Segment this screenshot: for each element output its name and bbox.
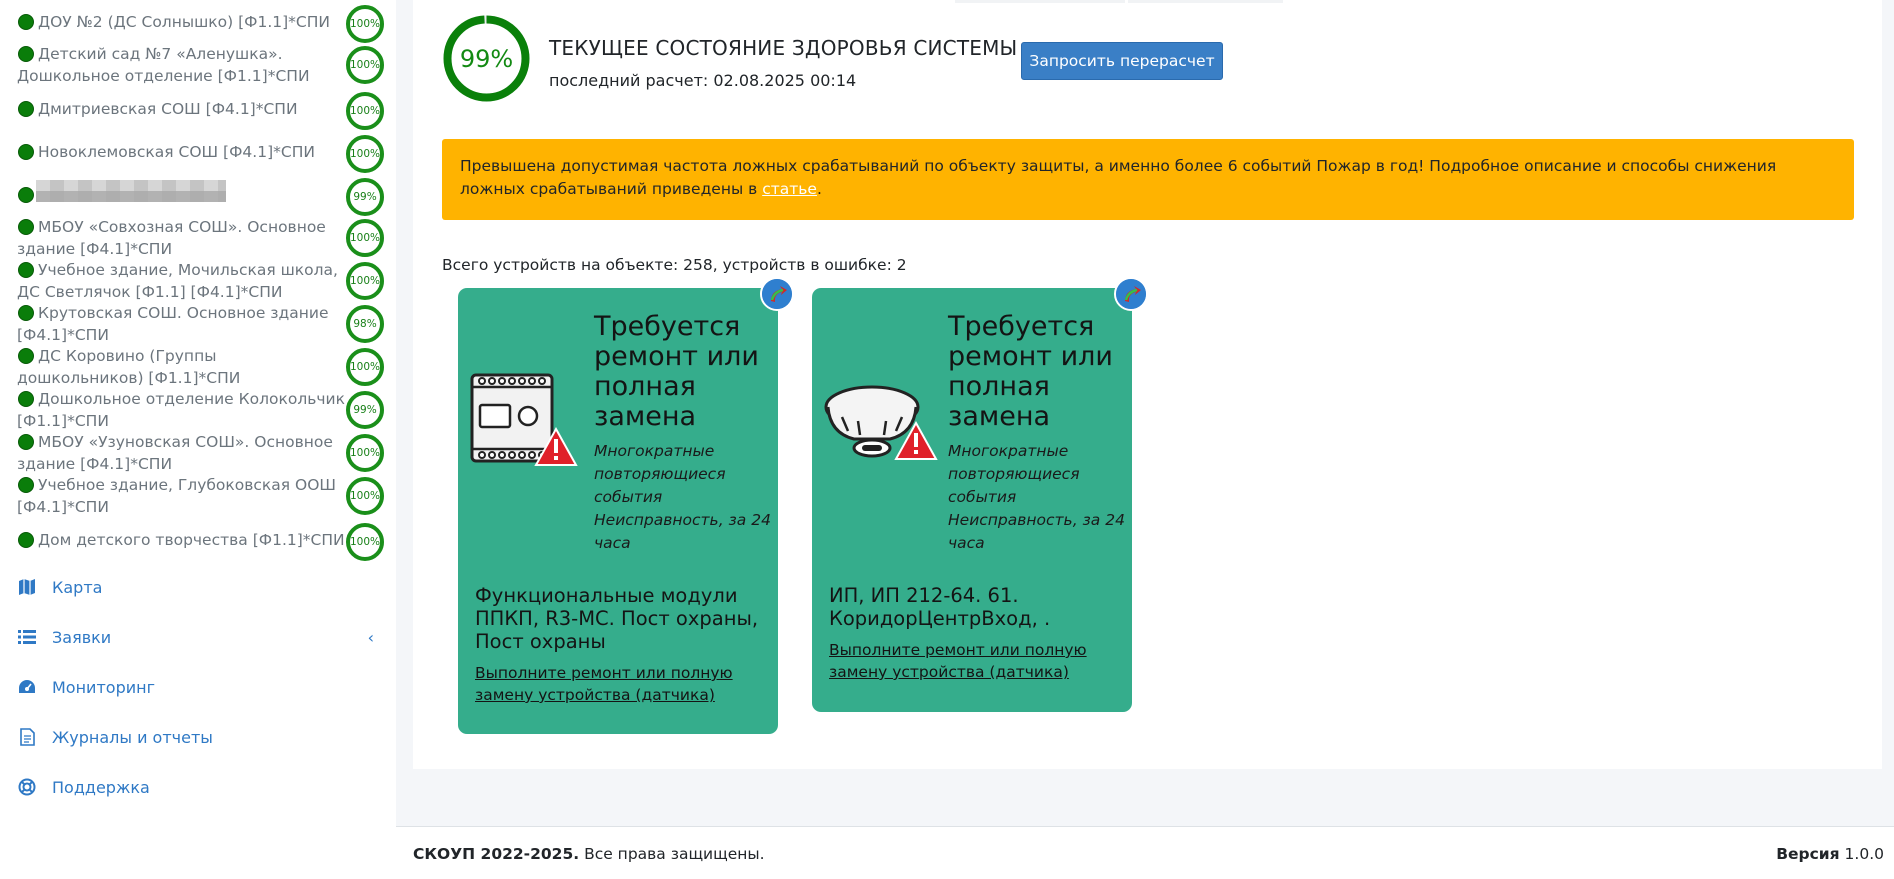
footer: СКОУП 2022-2025. Все права защищены. Вер… [396, 826, 1894, 879]
refresh-badge-icon[interactable] [1114, 277, 1148, 311]
card-title: Требуется ремонт или полная замена [594, 311, 759, 432]
version-label: Версия [1776, 845, 1840, 863]
site-health-ring: 100% [346, 219, 384, 257]
card-device-name: Функциональные модули ППКП, R3-МС. Пост … [475, 584, 759, 653]
site-name[interactable]: Детский сад №7 «Аленушка». Дошкольное от… [17, 43, 347, 87]
site-name[interactable]: Учебное здание, Глубоковская ООШ [Ф4.1]*… [17, 474, 347, 518]
nav-item-requests[interactable]: Заявки ‹ [16, 622, 386, 652]
version: Версия 1.0.0 [1776, 845, 1884, 863]
card-action-link[interactable]: Выполните ремонт или полную замену устро… [475, 662, 735, 706]
site-health-ring: 99% [346, 178, 384, 216]
copyright-text: Все права защищены. [579, 845, 765, 863]
site-health-ring: 100% [346, 523, 384, 561]
copyright: СКОУП 2022-2025. Все права защищены. [413, 845, 765, 863]
nav-item-label: Журналы и отчеты [52, 727, 213, 747]
site-name[interactable]: МБОУ «Узуновская СОШ». Основное здание [… [17, 431, 347, 475]
site-health-ring: 100% [346, 348, 384, 386]
alert-text: Превышена допустимая частота ложных сраб… [460, 157, 1777, 198]
redacted-site-name [36, 180, 226, 202]
map-icon [16, 576, 38, 598]
lifebuoy-icon [16, 776, 38, 798]
list-icon [16, 626, 38, 648]
nav-item-label: Поддержка [52, 777, 150, 797]
devices-summary: Всего устройств на объекте: 258, устройс… [442, 256, 907, 274]
site-health-ring: 99% [346, 391, 384, 429]
site-name[interactable]: ДС Коровино (Группы дошкольников) [Ф1.1]… [17, 345, 347, 389]
status-dot-icon [18, 187, 34, 203]
card-reason: Многократные повторяющиеся события Неисп… [948, 442, 1125, 552]
last-calculation: последний расчет: 02.08.2025 00:14 [549, 71, 857, 90]
control-module-icon [470, 373, 578, 466]
site-health-ring: 100% [346, 434, 384, 472]
tab-stub [1128, 0, 1283, 3]
document-icon [16, 726, 38, 748]
health-percent: 99% [459, 44, 514, 73]
site-health-ring: 100% [346, 135, 384, 173]
nav-item-map[interactable]: Карта [16, 572, 386, 602]
dashboard-icon [16, 676, 38, 698]
nav-item-label: Заявки [52, 627, 112, 647]
site-name[interactable]: Дом детского творчества [Ф1.1]*СПИ [17, 529, 347, 551]
device-card[interactable]: Требуется ремонт или полная замена Много… [812, 288, 1132, 712]
article-link[interactable]: статье [762, 180, 817, 198]
sidebar: ДОУ №2 (ДС Солнышко) [Ф1.1]*СПИ 100% Дет… [0, 0, 396, 879]
site-name[interactable]: Дошкольное отделение Колокольчик [Ф1.1]*… [17, 388, 347, 432]
copyright-brand: СКОУП 2022-2025. [413, 845, 580, 863]
site-name[interactable]: Новоклемовская СОШ [Ф4.1]*СПИ [17, 141, 347, 163]
request-recalc-button[interactable]: Запросить перерасчет [1021, 42, 1223, 80]
nav-item-monitoring[interactable]: Мониторинг [16, 672, 386, 702]
card-reason: Многократные повторяющиеся события Неисп… [594, 442, 771, 552]
site-health-ring: 98% [346, 305, 384, 343]
health-title: ТЕКУЩЕЕ СОСТОЯНИЕ ЗДОРОВЬЯ СИСТЕМЫ [549, 36, 1018, 60]
site-health-ring: 100% [346, 46, 384, 84]
chevron-left-icon[interactable]: ‹ [368, 628, 374, 647]
site-name[interactable]: Дмитриевская СОШ [Ф4.1]*СПИ [17, 98, 347, 120]
site-health-ring: 100% [346, 92, 384, 130]
nav-item-support[interactable]: Поддержка [16, 772, 386, 802]
site-health-ring: 100% [346, 262, 384, 300]
site-name[interactable]: Учебное здание, Мочильская школа, ДС Све… [17, 259, 347, 303]
refresh-badge-icon[interactable] [760, 277, 794, 311]
smoke-detector-icon [824, 385, 938, 460]
version-value: 1.0.0 [1839, 845, 1884, 863]
tab-stub [955, 0, 1125, 3]
card-title: Требуется ремонт или полная замена [948, 311, 1113, 432]
nav-item-label: Мониторинг [52, 677, 155, 697]
site-name[interactable]: Крутовская СОШ. Основное здание [Ф4.1]*С… [17, 302, 347, 346]
nav-item-label: Карта [52, 577, 103, 597]
site-health-ring: 100% [346, 477, 384, 515]
device-card[interactable]: Требуется ремонт или полная замена Много… [458, 288, 778, 734]
card-device-name: ИП, ИП 212-64. 61. КоридорЦентрВход, . [829, 584, 1051, 630]
site-health-ring: 100% [346, 5, 384, 43]
site-name[interactable]: ДОУ №2 (ДС Солнышко) [Ф1.1]*СПИ [17, 11, 347, 33]
nav-item-reports[interactable]: Журналы и отчеты [16, 722, 386, 752]
alert-suffix: . [816, 180, 822, 198]
false-alarm-alert: Превышена допустимая частота ложных сраб… [442, 139, 1854, 220]
card-action-link[interactable]: Выполните ремонт или полную замену устро… [829, 639, 1089, 683]
site-name[interactable]: МБОУ «Совхозная СОШ». Основное здание [Ф… [17, 216, 347, 260]
